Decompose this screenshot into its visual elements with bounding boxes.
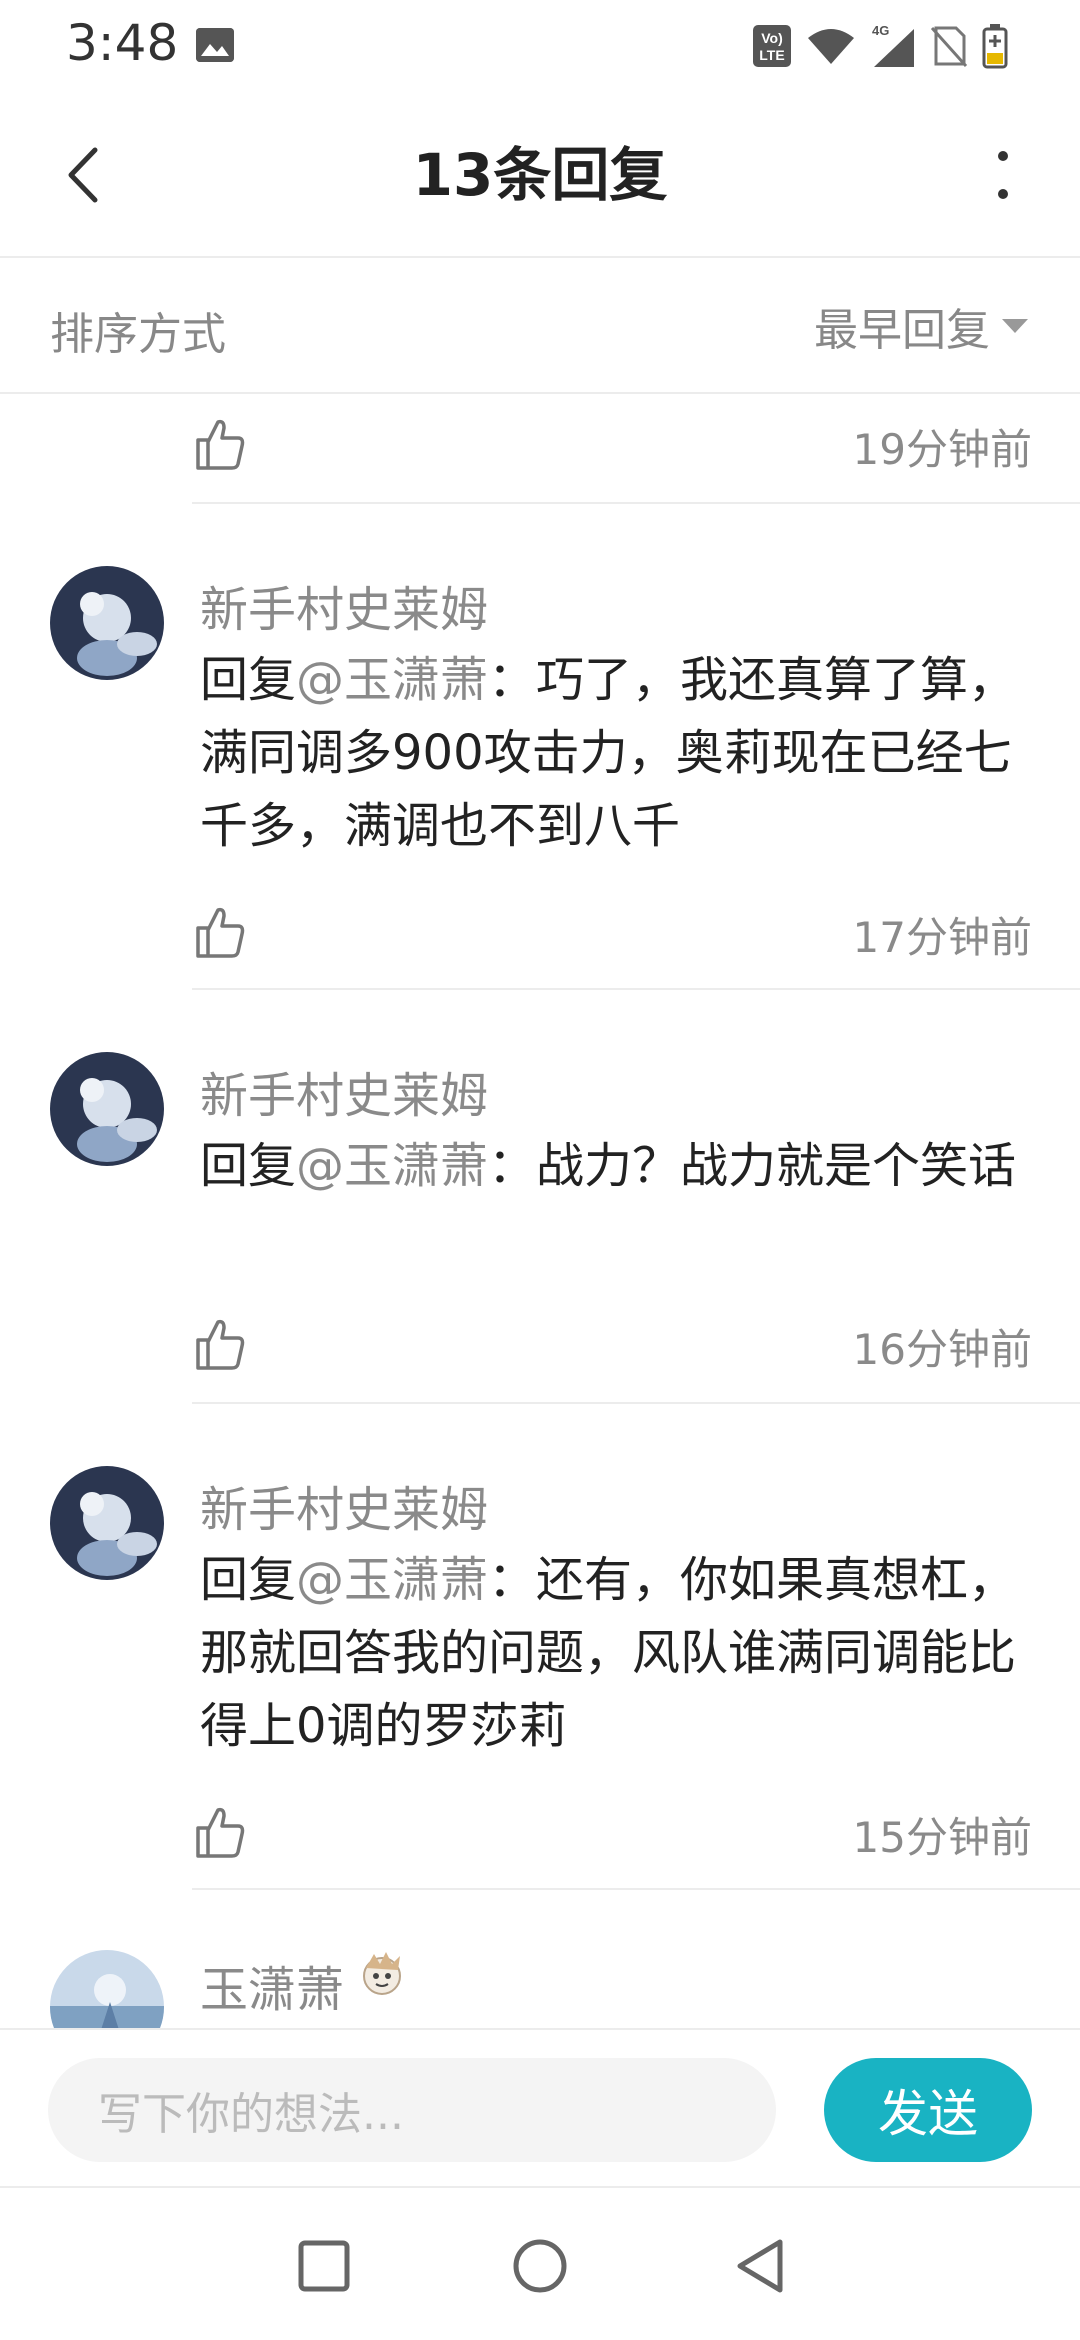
avatar[interactable]: [50, 1052, 164, 1166]
mention-link[interactable]: @玉潇萧: [296, 1138, 488, 1194]
network-label: 4G: [872, 23, 889, 38]
sort-value: 最早回复: [814, 305, 990, 356]
sort-label: 排序方式: [50, 309, 226, 360]
image-icon: [196, 28, 234, 62]
wifi-icon: [808, 29, 854, 64]
comment-author[interactable]: 新手村史莱姆: [200, 1056, 488, 1126]
4g-signal-icon: 4G: [872, 23, 914, 67]
battery-charging-icon: [982, 24, 1008, 69]
list-item: 玉潇萧: [0, 1890, 1080, 2028]
comment-time: 16分钟前: [852, 1325, 1032, 1374]
status-bar: 3:48 Vo) LTE 4G: [0, 0, 1080, 92]
reply-prefix: 回复: [200, 1552, 297, 1608]
comment-body: ：战力？战力就是个笑话: [488, 1138, 1017, 1194]
avatar[interactable]: [50, 566, 164, 680]
comment-time: 17分钟前: [852, 913, 1032, 962]
comment-time: 15分钟前: [852, 1813, 1032, 1862]
volte-top-label: Vo): [761, 30, 783, 46]
mention-link[interactable]: @玉潇萧: [296, 1552, 488, 1608]
status-time: 3:48: [66, 14, 179, 72]
reply-prefix: 回复: [200, 1138, 297, 1194]
comment-time: 19分钟前: [852, 425, 1032, 474]
circle-icon: [513, 2239, 567, 2293]
send-button[interactable]: 发送: [824, 2058, 1032, 2162]
avatar[interactable]: [50, 1466, 164, 1580]
more-vertical-icon: [998, 151, 1008, 199]
list-item: 新手村史莱姆 回复@玉潇萧：战力？战力就是个笑话 16分钟前: [0, 990, 1080, 1404]
recents-button[interactable]: [284, 2226, 364, 2306]
app-header: 13条回复: [0, 92, 1080, 258]
comment-author[interactable]: 新手村史莱姆: [200, 1470, 488, 1540]
comment-text: 回复@玉潇萧：战力？战力就是个笑话: [200, 1130, 1030, 1203]
list-item: 新手村史莱姆 回复@玉潇萧：还有，你如果真想杠，那就回答我的问题，风队谁满同调能…: [0, 1404, 1080, 1890]
screen: 3:48 Vo) LTE 4G 13条回复 排序方式 最早回复 19分钟前 新手…: [0, 0, 1080, 2340]
system-nav-bar: [0, 2186, 1080, 2340]
mention-link[interactable]: @玉潇萧: [296, 652, 488, 708]
more-button[interactable]: [960, 132, 1046, 218]
list-item: 19分钟前: [0, 396, 1080, 504]
reply-prefix: 回复: [200, 652, 297, 708]
comment-list[interactable]: 19分钟前 新手村史莱姆 回复@玉潇萧：巧了，我还真算了算，满同调多900攻击力…: [0, 396, 1080, 2028]
back-nav-button[interactable]: [720, 2226, 800, 2306]
comment-author[interactable]: 新手村史莱姆: [200, 570, 488, 640]
no-sim-icon: [930, 26, 968, 68]
caret-down-icon: [1002, 319, 1028, 333]
sort-bar: 排序方式 最早回复: [0, 258, 1080, 394]
thumbs-up-icon[interactable]: [192, 1316, 248, 1372]
comment-text: 回复@玉潇萧：巧了，我还真算了算，满同调多900攻击力，奥莉现在已经七千多，满调…: [200, 644, 1030, 863]
thumbs-up-icon[interactable]: [192, 416, 248, 472]
square-icon: [298, 2240, 350, 2292]
volte-icon: Vo) LTE: [753, 25, 791, 67]
page-title: 13条回复: [412, 141, 668, 209]
volte-bottom-label: LTE: [759, 47, 784, 63]
list-item: 新手村史莱姆 回复@玉潇萧：巧了，我还真算了算，满同调多900攻击力，奥莉现在已…: [0, 504, 1080, 990]
character-badge-icon: [363, 1952, 401, 1995]
sort-dropdown[interactable]: 最早回复: [814, 294, 1028, 358]
status-icons: Vo) LTE 4G: [752, 22, 1008, 70]
triangle-back-icon: [737, 2239, 783, 2293]
comment-text: 回复@玉潇萧：还有，你如果真想杠，那就回答我的问题，风队谁满同调能比得上0调的罗…: [200, 1544, 1030, 1763]
home-button[interactable]: [500, 2226, 580, 2306]
thumbs-up-icon[interactable]: [192, 1804, 248, 1860]
comment-author[interactable]: 玉潇萧: [200, 1950, 344, 2020]
avatar[interactable]: [50, 1950, 164, 2028]
composer-bar: 写下你的想法... 发送: [0, 2028, 1080, 2186]
thumbs-up-icon[interactable]: [192, 904, 248, 960]
comment-input[interactable]: 写下你的想法...: [48, 2058, 776, 2162]
